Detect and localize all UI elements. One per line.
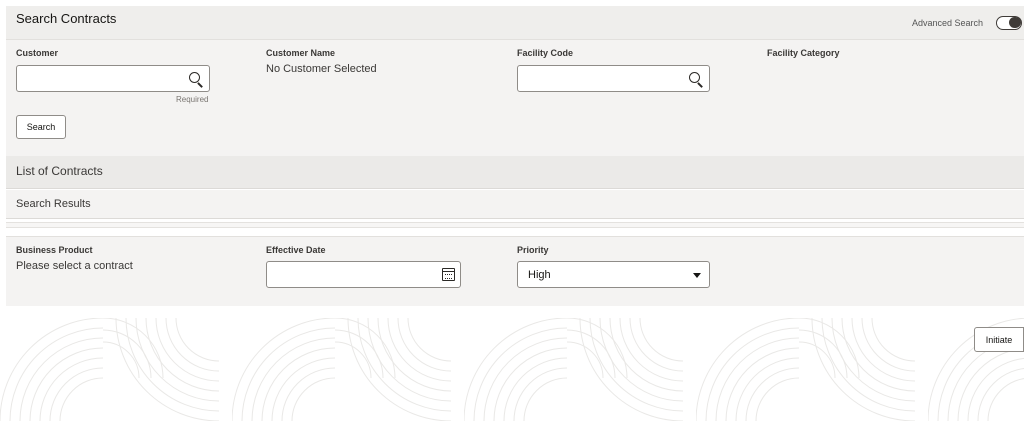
section-divider <box>6 222 1024 228</box>
facility-code-label: Facility Code <box>517 48 574 58</box>
business-product-value: Please select a contract <box>16 260 133 272</box>
customer-required-hint: Required <box>176 95 209 104</box>
initiate-button[interactable]: Initiate <box>974 327 1024 352</box>
customer-input[interactable] <box>16 65 210 92</box>
search-form: Customer Required Customer Name No Custo… <box>6 40 1024 156</box>
customer-name-label: Customer Name <box>266 48 336 58</box>
facility-code-search-icon[interactable] <box>689 72 703 88</box>
list-of-contracts-title: List of Contracts <box>16 164 103 178</box>
search-results-bar: Search Results <box>6 190 1024 219</box>
chevron-down-icon <box>693 273 701 278</box>
advanced-search-label: Advanced Search <box>912 18 984 28</box>
customer-name-value: No Customer Selected <box>266 63 377 75</box>
search-contracts-header: Search Contracts Advanced Search <box>6 6 1024 40</box>
customer-search-icon[interactable] <box>189 72 203 88</box>
business-product-label: Business Product <box>16 245 93 255</box>
effective-date-label: Effective Date <box>266 245 326 255</box>
search-results-label: Search Results <box>16 198 91 210</box>
effective-date-input[interactable] <box>266 261 461 288</box>
search-contracts-title: Search Contracts <box>16 11 117 26</box>
priority-select[interactable]: High <box>517 261 710 288</box>
priority-label: Priority <box>517 245 549 255</box>
calendar-icon[interactable] <box>442 268 455 281</box>
search-button[interactable]: Search <box>16 115 66 139</box>
customer-label: Customer <box>16 48 59 58</box>
decorative-background-pattern <box>0 318 1024 421</box>
priority-selected-value: High <box>528 269 551 281</box>
advanced-search-toggle[interactable] <box>996 16 1022 30</box>
toggle-knob <box>1009 17 1021 28</box>
contract-details-panel: Business Product Please select a contrac… <box>6 236 1024 306</box>
facility-code-input[interactable] <box>517 65 710 92</box>
facility-category-label: Facility Category <box>767 48 840 58</box>
list-of-contracts-header: List of Contracts <box>6 156 1024 189</box>
